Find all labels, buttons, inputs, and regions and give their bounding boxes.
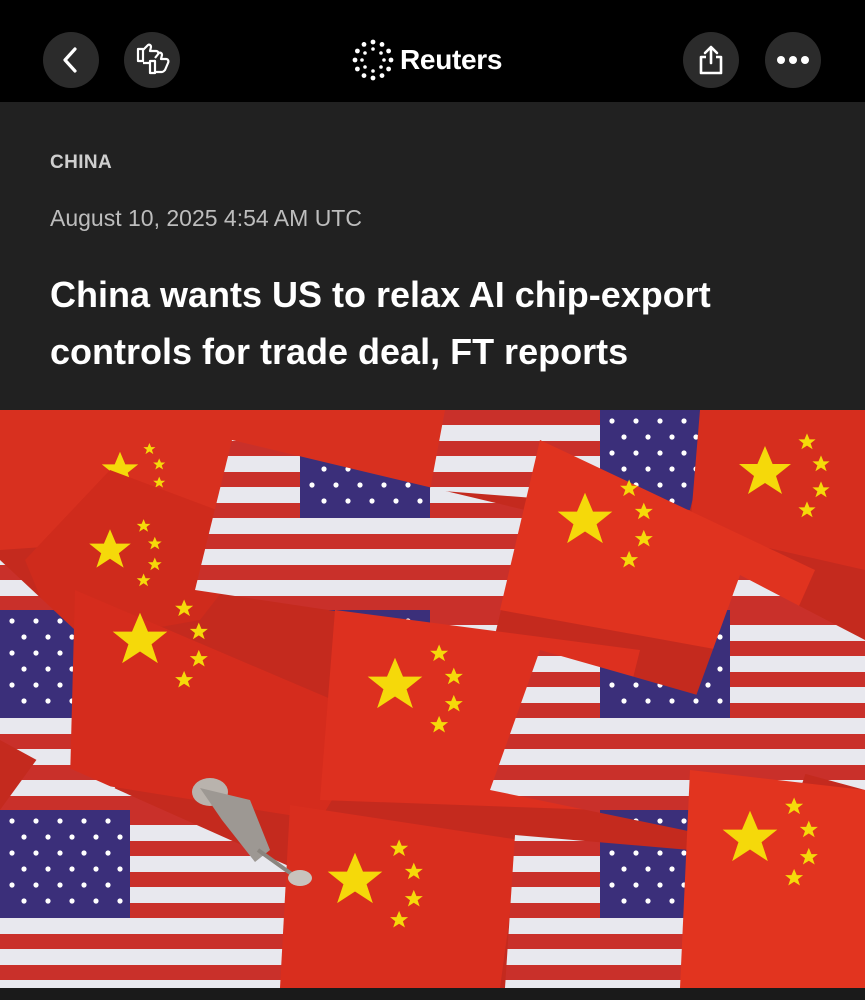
more-options-button[interactable] [765,32,821,88]
hero-image[interactable] [0,410,865,988]
chevron-left-icon [63,47,77,73]
bottom-strip [0,988,865,1000]
reuters-dot-ring-logo [352,39,394,81]
brand-name: Reuters [400,44,503,75]
back-button[interactable] [43,32,99,88]
top-navigation-bar: Reuters [0,0,865,102]
china-flag [680,770,865,988]
thumbs-reactions-icon [136,43,170,75]
share-icon [699,45,723,75]
us-flag [505,835,690,988]
ellipsis-icon [777,56,809,64]
flags-photo [0,410,865,988]
article-headline: China wants US to relax AI chip-export c… [50,274,711,372]
share-button[interactable] [683,32,739,88]
publish-timestamp: August 10, 2025 4:54 AM UTC [50,205,362,231]
reuters-logo: Reuters [352,36,502,84]
section-tag-link[interactable]: CHINA [50,152,112,174]
reactions-button[interactable] [124,32,180,88]
